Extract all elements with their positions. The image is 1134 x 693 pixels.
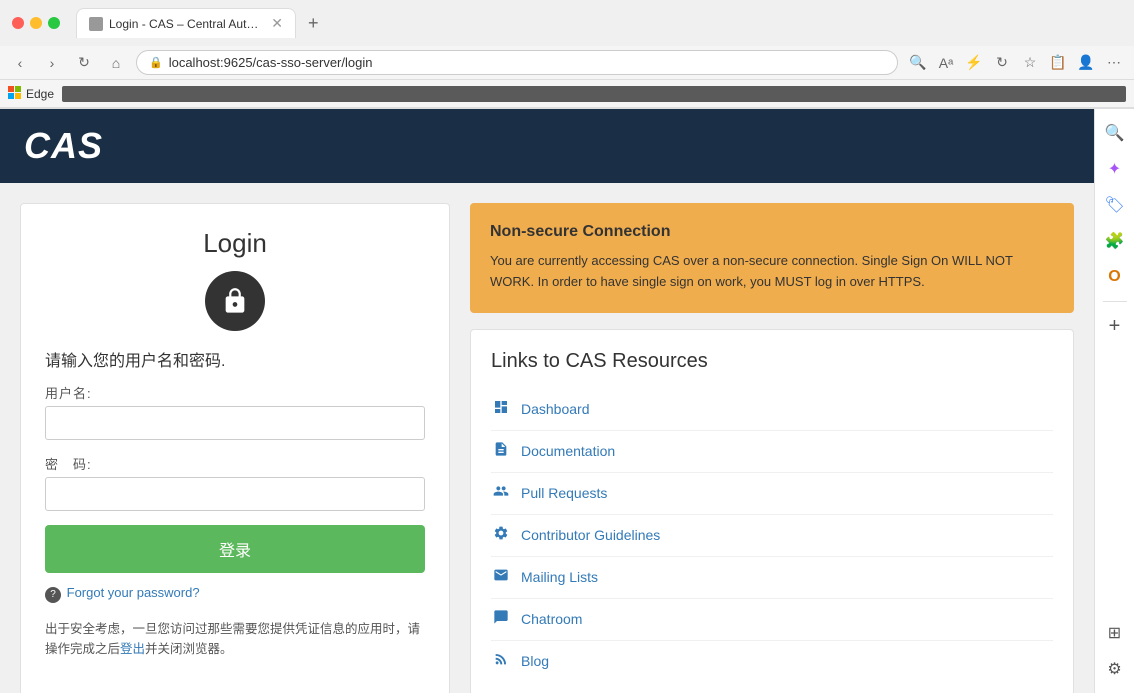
address-bar-row: ‹ › ↻ ⌂ 🔒 localhost:9625/cas-sso-server/… [0,46,1134,80]
pull-requests-icon [491,483,511,504]
refresh-page-icon[interactable]: ↻ [990,51,1014,75]
sidebar-layout-icon[interactable]: ⊞ [1099,617,1131,649]
new-tab-button[interactable]: + [300,13,327,34]
resources-list: Dashboard Documentation Pull Requests Contr… [491,389,1053,682]
browser-extensions-icon[interactable]: ⚡ [962,51,986,75]
more-icon[interactable]: ⋯ [1102,51,1126,75]
dashboard-icon [491,399,511,420]
security-notice: 出于安全考虑，一旦您访问过那些需要您提供凭证信息的应用时，请操作完成之后登出并关… [45,619,425,659]
edge-icon [8,86,24,102]
resource-item-blog[interactable]: Blog [491,641,1053,682]
login-title: Login [45,228,425,259]
resource-item-chatroom[interactable]: Chatroom [491,599,1053,641]
active-tab[interactable]: Login - CAS – Central Authenti... ✕ [76,8,296,38]
tab-favicon [89,17,103,31]
password-label: 密 码: [45,454,425,473]
main-layout: CAS Login 请输入您的用户名和密码. 用户名: 密 码: [0,109,1134,693]
toolbar-icons: 🔍 Aᵃ ⚡ ↻ ☆ 📋 👤 ⋯ [906,51,1126,75]
lock-icon-container [45,271,425,331]
chatroom-icon [491,609,511,630]
resource-item-contributor-guidelines[interactable]: Contributor Guidelines [491,515,1053,557]
maximize-button[interactable] [48,17,60,29]
password-input[interactable] [45,477,425,511]
mailing-lists-icon [491,567,511,588]
sidebar-search-icon[interactable]: 🔍 [1099,117,1131,149]
resources-box: Links to CAS Resources Dashboard Document… [470,329,1074,693]
home-button[interactable]: ⌂ [104,51,128,75]
sidebar-office-icon[interactable]: O [1099,261,1131,293]
documentation-icon [491,441,511,462]
contributor-guidelines-label: Contributor Guidelines [521,527,660,543]
minimize-button[interactable] [30,17,42,29]
favorites-icon[interactable]: ☆ [1018,51,1042,75]
lock-icon [221,287,249,315]
sidebar-favorites-icon[interactable]: ✦ [1099,153,1131,185]
chatroom-label: Chatroom [521,611,582,627]
pull-requests-label: Pull Requests [521,485,607,501]
bookmarks-redacted [62,86,1126,102]
cas-body: Login 请输入您的用户名和密码. 用户名: 密 码: 登录 ? F [0,183,1094,693]
refresh-button[interactable]: ↻ [72,51,96,75]
profile-icon[interactable]: 👤 [1074,51,1098,75]
read-aloud-icon[interactable]: Aᵃ [934,51,958,75]
resource-item-dashboard[interactable]: Dashboard [491,389,1053,431]
sidebar-settings-icon[interactable]: ⚙ [1099,653,1131,685]
lock-circle [205,271,265,331]
documentation-label: Documentation [521,443,615,459]
resource-item-mailing-lists[interactable]: Mailing Lists [491,557,1053,599]
contributor-guidelines-icon [491,525,511,546]
form-instruction: 请输入您的用户名和密码. [45,347,425,371]
traffic-lights [12,17,60,29]
tab-close-button[interactable]: ✕ [271,15,283,32]
blog-label: Blog [521,653,549,669]
dashboard-label: Dashboard [521,401,590,417]
username-label: 用户名: [45,383,425,402]
sidebar-extensions-icon[interactable]: 🧩 [1099,225,1131,257]
logout-link[interactable]: 登出 [120,642,145,656]
browser-chrome: Login - CAS – Central Authenti... ✕ + ‹ … [0,0,1134,109]
search-toolbar-icon[interactable]: 🔍 [906,51,930,75]
username-input[interactable] [45,406,425,440]
url-text: localhost:9625/cas-sso-server/login [169,55,373,70]
sidebar-collections-icon[interactable]: 🏷 [1099,189,1131,221]
right-panel: Non-secure Connection You are currently … [470,203,1074,693]
close-button[interactable] [12,17,24,29]
lock-icon: 🔒 [149,56,163,69]
tab-title: Login - CAS – Central Authenti... [109,17,261,31]
sidebar-add-icon[interactable]: + [1099,310,1131,342]
login-panel: Login 请输入您的用户名和密码. 用户名: 密 码: 登录 ? F [20,203,450,693]
login-button[interactable]: 登录 [45,525,425,573]
cas-logo: CAS [24,125,1070,167]
collections-icon[interactable]: 📋 [1046,51,1070,75]
tab-bar: Login - CAS – Central Authenti... ✕ + [68,8,1122,38]
browser-sidebar: 🔍 ✦ 🏷 🧩 O + ⊞ ⚙ [1094,109,1134,693]
back-button[interactable]: ‹ [8,51,32,75]
address-bar[interactable]: 🔒 localhost:9625/cas-sso-server/login [136,50,898,75]
mailing-lists-label: Mailing Lists [521,569,598,585]
forgot-password-row: ? Forgot your password? [45,585,425,603]
edge-logo: Edge [8,86,54,102]
bookmarks-bar: Edge [0,80,1134,108]
blog-icon [491,651,511,672]
forward-button[interactable]: › [40,51,64,75]
sidebar-divider [1103,301,1127,302]
warning-title: Non-secure Connection [490,223,1054,241]
resource-item-documentation[interactable]: Documentation [491,431,1053,473]
resources-title: Links to CAS Resources [491,350,1053,373]
page-content: CAS Login 请输入您的用户名和密码. 用户名: 密 码: [0,109,1094,693]
title-bar: Login - CAS – Central Authenti... ✕ + [0,0,1134,46]
warning-text: You are currently accessing CAS over a n… [490,251,1054,293]
edge-brand-label: Edge [26,87,54,101]
warning-box: Non-secure Connection You are currently … [470,203,1074,313]
cas-header: CAS [0,109,1094,183]
forgot-password-link[interactable]: Forgot your password? [67,585,200,600]
resource-item-pull-requests[interactable]: Pull Requests [491,473,1053,515]
help-icon: ? [45,587,61,603]
